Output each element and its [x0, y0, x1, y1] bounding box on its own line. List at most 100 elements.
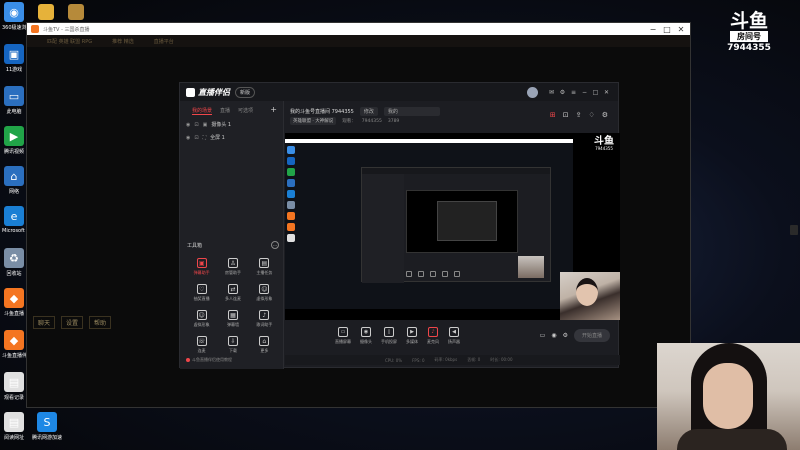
room-name-field[interactable]: 我的	[383, 107, 440, 116]
add-scene-icon[interactable]: +	[270, 106, 277, 115]
scene-item[interactable]: ◉ ⊡ ⛶ 全屏 1	[180, 131, 283, 144]
tool-item[interactable]: ⌂ 更多	[249, 336, 280, 354]
visibility-icon[interactable]: ◉	[186, 122, 190, 128]
desktop-shortcut-label: 腾讯视频	[3, 149, 24, 155]
desktop-shortcut-label: 阅读网址	[3, 435, 24, 441]
desktop-shortcut-label: 观看记录	[3, 395, 24, 401]
desktop-shortcut[interactable]: S 腾讯网游加速器	[32, 412, 62, 441]
toolbox-header: 工具箱 ···	[187, 241, 279, 249]
scene-item[interactable]: ◉ ⊡ ▣ 摄像头 1	[180, 118, 283, 131]
go-live-button[interactable]: 开始直播	[573, 329, 610, 342]
control-label: 摄像头	[360, 339, 372, 344]
desktop-shortcut[interactable]: ▤ 阅读网址	[2, 412, 26, 441]
tool-icon: ☏	[196, 336, 207, 346]
nav-item[interactable]: 推荐 精选	[112, 38, 134, 45]
maximize-icon[interactable]: □	[590, 89, 601, 96]
category-badge[interactable]: 英雄联盟 · 大神解说	[290, 117, 337, 125]
toolbox-title: 工具箱	[187, 242, 203, 249]
source-control-button[interactable]: ◉ 摄像头	[360, 327, 372, 345]
lock-icon[interactable]: ⊡	[563, 111, 569, 119]
tool-item[interactable]: ☺ 虚拟形象	[249, 284, 280, 302]
lock-icon[interactable]: ⊡	[194, 122, 198, 128]
version-badge[interactable]: 新版	[235, 86, 256, 98]
desktop-shortcut-label: 11游戏	[5, 67, 23, 73]
desktop-shortcut[interactable]: e Microsoft Edge	[2, 206, 26, 234]
source-control-button[interactable]: ◀ 扬声器	[448, 327, 460, 345]
folder-icon[interactable]	[38, 4, 54, 20]
tab-my-scenes[interactable]: 我的场景	[192, 107, 213, 115]
settings-button[interactable]: 设置	[61, 316, 84, 329]
douyu-companion-icon: ◆	[4, 330, 24, 350]
avatar[interactable]	[527, 86, 538, 98]
tool-label: 弹幕助手	[193, 270, 210, 275]
tool-item[interactable]: ♙ 房管助手	[217, 258, 248, 276]
menu-icon[interactable]: ≡	[568, 89, 579, 96]
lock-icon[interactable]: ⊡	[194, 135, 198, 141]
desktop-shortcut[interactable]: ◆ 斗鱼直播	[2, 288, 26, 317]
tool-item[interactable]: ⇩ 下载	[217, 336, 248, 354]
settings-icon[interactable]: ⚙	[557, 89, 568, 96]
camera-toggle-icon[interactable]: ▭	[540, 332, 546, 339]
settings-icon[interactable]: ⚙	[563, 332, 568, 339]
tool-item[interactable]: ♡ 抽奖直播	[186, 284, 217, 302]
companion-brand-label: 直播伴侣	[198, 87, 230, 97]
tool-item[interactable]: ☏ 连麦	[186, 336, 217, 354]
minimize-icon[interactable]: −	[648, 25, 658, 34]
preview-webcam	[560, 272, 620, 320]
control-icon: ◉	[361, 327, 371, 337]
help-button[interactable]: 帮助	[89, 316, 112, 329]
more-icon[interactable]: ···	[271, 241, 279, 249]
chat-button[interactable]: 聊天	[33, 316, 56, 329]
desktop-shortcut[interactable]: ◆ 斗鱼直播伴侣	[2, 330, 26, 359]
desktop-shortcut[interactable]: ♻ 回收站	[2, 248, 26, 277]
side-handle-icon[interactable]	[790, 225, 798, 235]
close-icon[interactable]: ✕	[676, 25, 686, 34]
tab-live[interactable]: 直播	[220, 107, 230, 115]
source-control-button[interactable]: ▯ 手机投屏	[381, 327, 397, 345]
close-icon[interactable]: ✕	[601, 89, 612, 96]
live-preview[interactable]: 斗鱼 7944355	[285, 133, 620, 320]
watermark-room-number: 7944355	[727, 43, 771, 53]
tool-item[interactable]: ▣ 弹幕助手	[186, 258, 217, 276]
eye-icon[interactable]: ◉	[551, 332, 556, 339]
settings-icon[interactable]: ⚙	[602, 111, 608, 119]
nav-item[interactable]: 直播平台	[154, 38, 174, 45]
tool-item[interactable]: ▦ 弹幕墙	[217, 310, 248, 328]
tool-item[interactable]: ⇄ 多人连麦	[217, 284, 248, 302]
tool-item[interactable]: ☺ 虚拟形象	[186, 310, 217, 328]
app-logo-icon	[31, 25, 39, 33]
desktop-shortcut[interactable]: ▤ 观看记录	[2, 372, 26, 401]
tool-icon: ⇄	[227, 284, 238, 294]
desktop-shortcut[interactable]: ⌂ 网络	[2, 166, 26, 195]
control-icon: ▭	[338, 327, 348, 337]
desktop-shortcut[interactable]: ▣ 11游戏	[2, 44, 26, 73]
gift-icon[interactable]: ⊞	[550, 111, 556, 119]
minimize-icon[interactable]: −	[579, 89, 590, 96]
companion-brand: 直播伴侣	[186, 87, 230, 98]
visibility-icon[interactable]: ◉	[186, 135, 190, 141]
share-icon[interactable]: ⇪	[576, 111, 582, 119]
camera-icon: ▣	[202, 121, 208, 128]
tool-item[interactable]: ♪ 歌词助手	[249, 310, 280, 328]
tool-item[interactable]: ▤ 主播任务	[249, 258, 280, 276]
desktop-shortcut[interactable]: ◉ 360极速浏览	[2, 2, 26, 31]
tool-label: 歌词助手	[256, 322, 273, 327]
message-icon[interactable]: ✉	[546, 89, 557, 96]
tool-label: 虚拟形象	[193, 322, 210, 327]
desktop-shortcut[interactable]: ▭ 此电脑	[2, 86, 26, 115]
nav-item[interactable]: 匹配 英雄 联盟 RPG	[47, 38, 92, 45]
bell-icon[interactable]: ♢	[588, 111, 594, 119]
tool-icon: ☺	[196, 310, 207, 320]
league-icon[interactable]	[68, 4, 84, 20]
desktop-shortcut[interactable]: ▶ 腾讯视频	[2, 126, 26, 155]
source-control-button[interactable]: ▶ 多媒体	[406, 327, 418, 345]
source-control-button[interactable]: ♪ 麦克风	[427, 327, 439, 345]
maximize-icon[interactable]: □	[662, 25, 672, 34]
tutorial-link[interactable]: 斗鱼直播伴侣使用教程	[186, 357, 232, 363]
edit-room-button[interactable]: 修改	[359, 107, 378, 116]
source-control-button[interactable]: ▭ 直播屏幕	[335, 327, 351, 345]
status-bar: CPU: 0% FPS: 0 码率: 0kbps 丢帧: 0 时长: 00:00	[285, 355, 620, 365]
tab-options[interactable]: 可选项	[238, 107, 253, 115]
nested-preview-capture	[406, 190, 518, 253]
tool-label: 主播任务	[256, 270, 273, 275]
